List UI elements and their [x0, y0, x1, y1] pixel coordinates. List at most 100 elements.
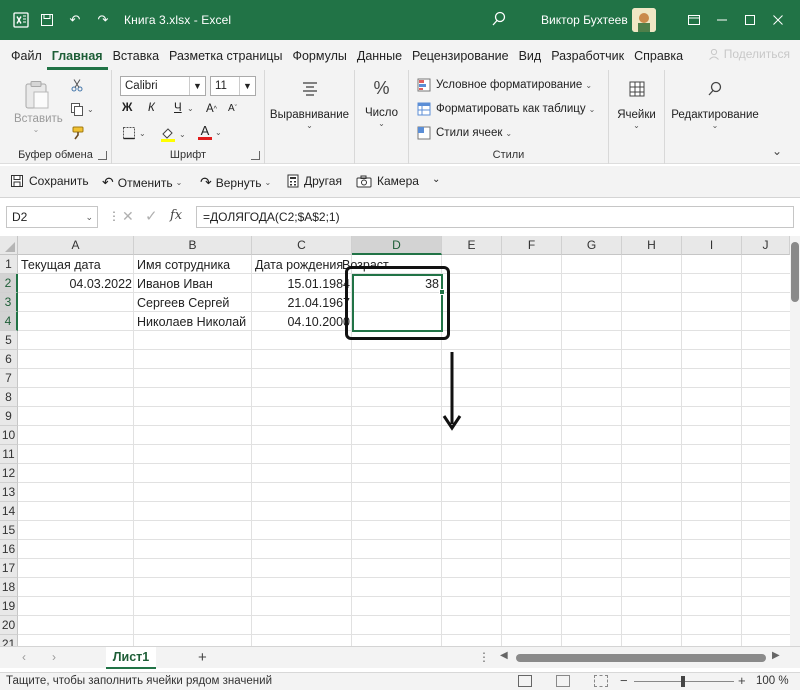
tab-data[interactable]: Данные: [352, 49, 407, 70]
close-icon[interactable]: [764, 6, 792, 34]
worksheet-grid[interactable]: A B C D E F G H I J Текущая дата Имя сот…: [0, 236, 790, 646]
row-header[interactable]: 12: [0, 464, 18, 483]
tab-review[interactable]: Рецензирование: [407, 49, 514, 70]
undo-icon[interactable]: ↶: [64, 9, 86, 31]
tab-insert[interactable]: Вставка: [108, 49, 164, 70]
redo-button[interactable]: ↷ Вернуть ⌄: [200, 174, 271, 191]
font-size-select[interactable]: 11 ▼: [210, 76, 256, 96]
column-header[interactable]: A: [18, 236, 134, 255]
column-header[interactable]: I: [682, 236, 742, 255]
cell-styles-button[interactable]: Стили ячеек ⌄: [417, 126, 512, 140]
user-name[interactable]: Виктор Бухтеев: [541, 13, 628, 27]
row-header[interactable]: 21: [0, 635, 18, 646]
insert-function-button[interactable]: fx: [170, 208, 182, 223]
font-launcher-icon[interactable]: [251, 151, 260, 160]
italic-button[interactable]: К: [148, 102, 155, 114]
column-header[interactable]: G: [562, 236, 622, 255]
cut-icon[interactable]: [70, 78, 84, 92]
row-header[interactable]: 3: [0, 293, 18, 312]
tab-formulas[interactable]: Формулы: [287, 49, 351, 70]
borders-icon[interactable]: ⌄: [122, 126, 146, 140]
row-header[interactable]: 1: [0, 255, 18, 274]
tab-page-layout[interactable]: Разметка страницы: [164, 49, 287, 70]
normal-view-icon[interactable]: [518, 675, 532, 687]
format-painter-icon[interactable]: [70, 126, 86, 140]
tab-view[interactable]: Вид: [514, 49, 547, 70]
cell-b4[interactable]: Николаев Николай: [135, 313, 252, 332]
row-header[interactable]: 15: [0, 521, 18, 540]
column-header[interactable]: F: [502, 236, 562, 255]
tab-developer[interactable]: Разработчик: [546, 49, 629, 70]
row-header[interactable]: 4: [0, 312, 18, 331]
font-name-select[interactable]: Calibri ▼: [120, 76, 206, 96]
row-header[interactable]: 7: [0, 369, 18, 388]
clipboard-launcher-icon[interactable]: [98, 151, 107, 160]
column-header[interactable]: J: [742, 236, 790, 255]
column-header[interactable]: H: [622, 236, 682, 255]
scroll-right-icon[interactable]: ▶: [772, 650, 780, 661]
formula-input[interactable]: =ДОЛЯГОДА(C2;$A$2;1): [196, 206, 794, 228]
font-color-icon[interactable]: A ⌄: [198, 124, 222, 140]
more-icon[interactable]: ⋮: [478, 650, 490, 664]
cells-group[interactable]: Ячейки ⌄: [609, 70, 665, 164]
row-header[interactable]: 11: [0, 445, 18, 464]
fill-color-icon[interactable]: ⌄: [160, 126, 186, 142]
other-button[interactable]: Другая: [287, 174, 342, 188]
row-header[interactable]: 5: [0, 331, 18, 350]
paste-button[interactable]: Вставить ⌄: [14, 80, 63, 134]
share-button[interactable]: Поделиться: [708, 47, 790, 61]
copy-icon[interactable]: ⌄: [70, 102, 94, 116]
redo-icon[interactable]: ↷: [92, 9, 114, 31]
row-header[interactable]: 14: [0, 502, 18, 521]
cell-c2[interactable]: 15.01.1984: [253, 275, 352, 294]
row-header[interactable]: 9: [0, 407, 18, 426]
number-group[interactable]: % Число ⌄: [355, 70, 409, 164]
underline-chevron-icon[interactable]: ⌄: [184, 104, 194, 113]
conditional-formatting-button[interactable]: Условное форматирование ⌄: [417, 78, 592, 92]
vertical-scroll-thumb[interactable]: [791, 242, 799, 302]
scroll-left-icon[interactable]: ◀: [500, 650, 508, 661]
bold-button[interactable]: Ж: [122, 102, 132, 114]
undo-button[interactable]: ↶ Отменить ⌄: [102, 174, 182, 191]
row-header[interactable]: 13: [0, 483, 18, 502]
row-header[interactable]: 19: [0, 597, 18, 616]
sheet-tab-active[interactable]: Лист1: [106, 647, 156, 669]
row-header[interactable]: 10: [0, 426, 18, 445]
save-button[interactable]: Сохранить: [10, 174, 89, 188]
vertical-scrollbar[interactable]: [790, 236, 800, 646]
column-header[interactable]: E: [442, 236, 502, 255]
column-header-selected[interactable]: D: [352, 236, 442, 255]
zoom-in-icon[interactable]: +: [738, 673, 746, 688]
row-header[interactable]: 17: [0, 559, 18, 578]
cell-b3[interactable]: Сергеев Сергей: [135, 294, 252, 313]
cell-a2[interactable]: 04.03.2022: [19, 275, 134, 294]
collapse-ribbon-icon[interactable]: ⌄: [772, 144, 782, 158]
cell-b2[interactable]: Иванов Иван: [135, 275, 252, 294]
cell-c4[interactable]: 04.10.2000: [253, 313, 352, 332]
alignment-group[interactable]: Выравнивание ⌄: [265, 70, 355, 164]
maximize-icon[interactable]: [736, 6, 764, 34]
row-header[interactable]: 8: [0, 388, 18, 407]
underline-button[interactable]: Ч: [174, 102, 182, 114]
name-box[interactable]: D2 ⌄: [6, 206, 98, 228]
cell-a1[interactable]: Текущая дата: [19, 256, 134, 275]
row-header[interactable]: 2: [0, 274, 18, 293]
horizontal-scroll-thumb[interactable]: [516, 654, 766, 662]
customize-qat-icon[interactable]: ⌄: [432, 174, 440, 185]
row-header[interactable]: 16: [0, 540, 18, 559]
enter-check-icon[interactable]: ✓: [145, 207, 158, 225]
format-as-table-button[interactable]: Форматировать как таблицу ⌄: [417, 102, 595, 116]
tab-help[interactable]: Справка: [629, 49, 688, 70]
add-sheet-button[interactable]: +: [198, 649, 207, 666]
row-header[interactable]: 6: [0, 350, 18, 369]
next-sheet-icon[interactable]: ›: [52, 650, 56, 664]
column-header[interactable]: B: [134, 236, 252, 255]
cancel-icon[interactable]: ✕: [122, 208, 134, 225]
shrink-font-icon[interactable]: Aˇ: [228, 103, 237, 114]
avatar[interactable]: [632, 8, 656, 32]
row-header[interactable]: 20: [0, 616, 18, 635]
grow-font-icon[interactable]: A ^: [206, 103, 217, 115]
select-all-corner[interactable]: [0, 236, 18, 255]
prev-sheet-icon[interactable]: ‹: [22, 650, 26, 664]
search-icon[interactable]: [490, 10, 510, 30]
